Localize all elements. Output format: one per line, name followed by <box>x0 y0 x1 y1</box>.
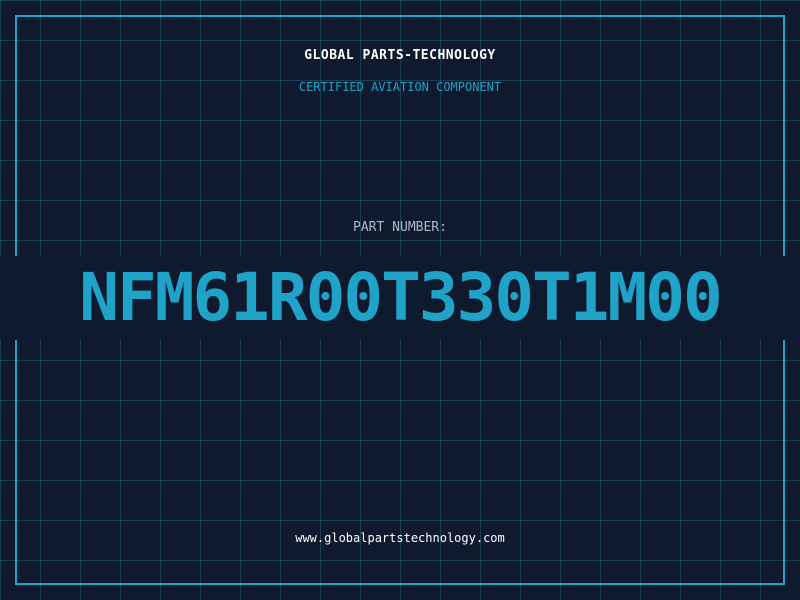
part-number-value: NFM61R00T330T1M00 <box>0 256 800 340</box>
part-number-label: PART NUMBER: <box>353 220 447 235</box>
website-link[interactable]: www.globalpartstechnology.com <box>0 531 800 545</box>
part-label-card: GLOBAL PARTS-TECHNOLOGY CERTIFIED AVIATI… <box>0 0 800 600</box>
certification-subtitle: CERTIFIED AVIATION COMPONENT <box>298 80 502 94</box>
company-name: GLOBAL PARTS-TECHNOLOGY <box>304 48 496 63</box>
